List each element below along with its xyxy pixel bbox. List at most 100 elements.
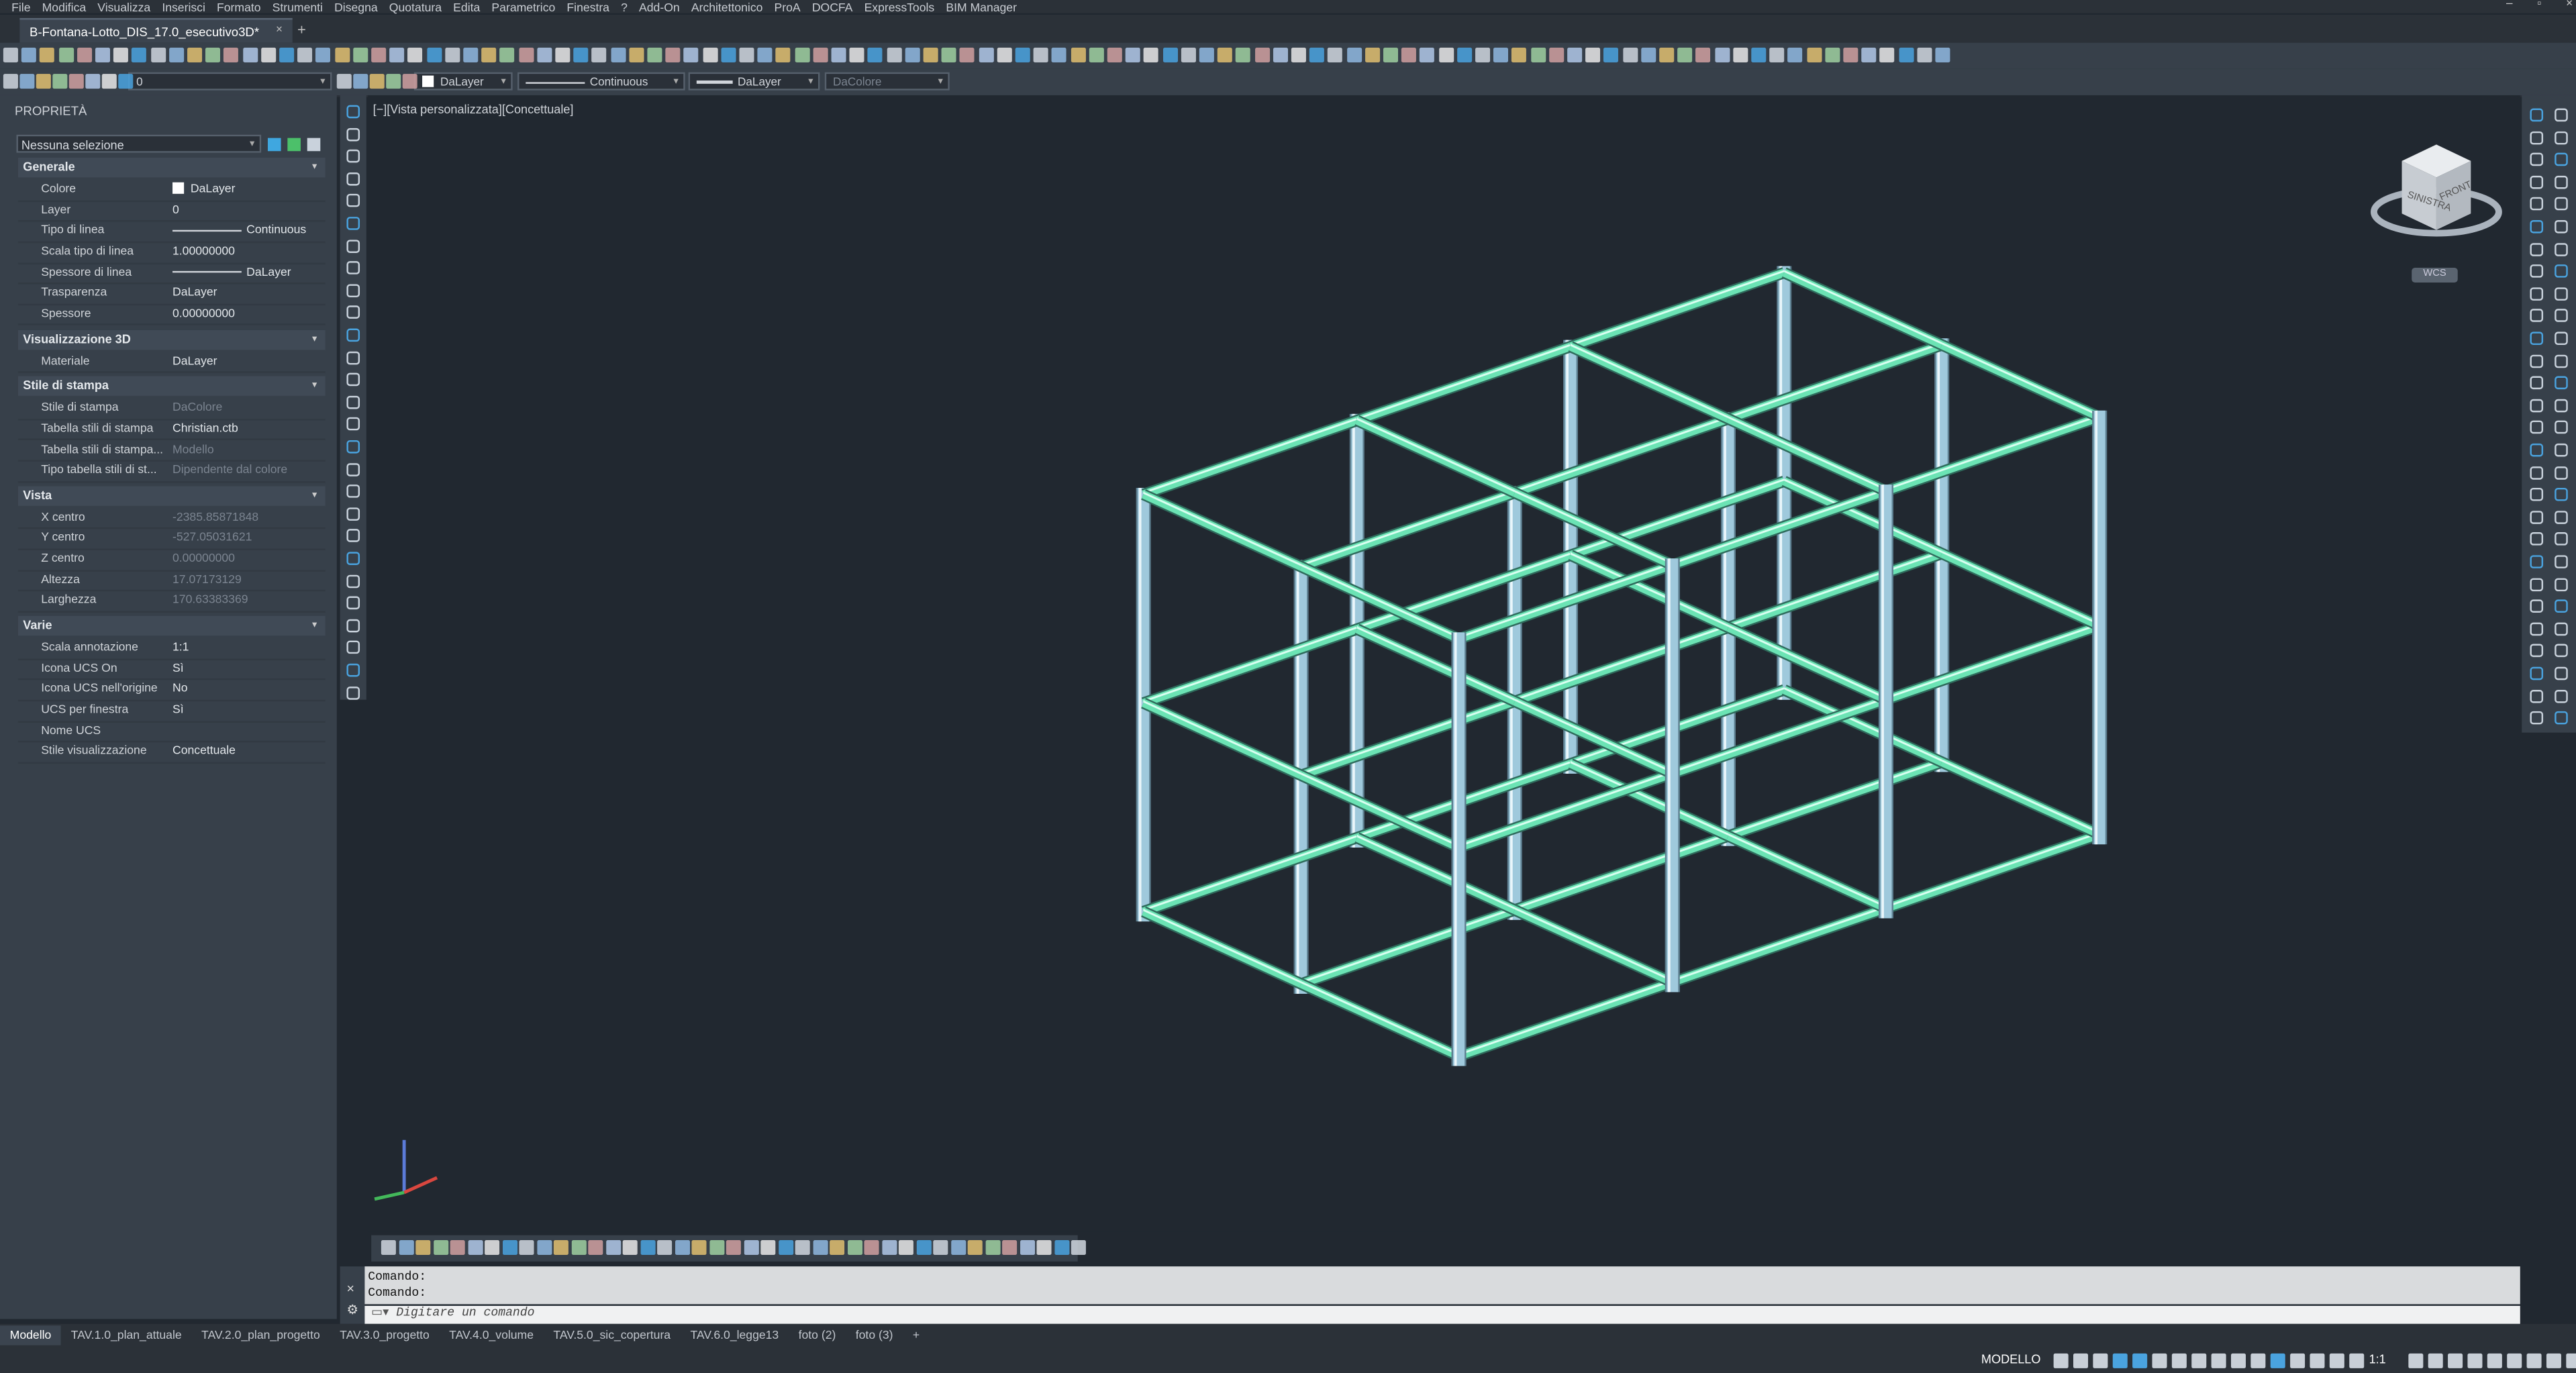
property-row[interactable]: Larghezza 170.63383369 bbox=[17, 591, 326, 613]
tool-icon[interactable] bbox=[346, 485, 360, 499]
drawing-aid-tool-icon[interactable] bbox=[501, 1240, 517, 1256]
toolbar-tool-icon[interactable] bbox=[407, 47, 424, 63]
menu-item-13[interactable]: Architettonico bbox=[691, 0, 763, 14]
toolbar-tool-icon[interactable] bbox=[1199, 47, 1214, 63]
tool-icon[interactable] bbox=[346, 619, 360, 632]
toolbar-tool-icon[interactable] bbox=[794, 47, 809, 63]
tool-icon[interactable] bbox=[2530, 332, 2544, 346]
toolbar-tool-icon[interactable] bbox=[1383, 47, 1398, 63]
tool-icon[interactable] bbox=[2555, 153, 2568, 166]
status-toggle-icon[interactable] bbox=[2250, 1353, 2266, 1368]
toolbar-tool-icon[interactable] bbox=[1585, 47, 1601, 63]
drawing-aid-tool-icon[interactable] bbox=[726, 1240, 741, 1256]
tool-icon[interactable] bbox=[2530, 153, 2544, 166]
drawing-aid-tool-icon[interactable] bbox=[846, 1240, 862, 1256]
tool-icon[interactable] bbox=[2555, 689, 2568, 703]
toolbar-tool-icon[interactable] bbox=[1861, 47, 1877, 63]
tool-icon[interactable] bbox=[346, 596, 360, 610]
tool-icon[interactable] bbox=[2530, 175, 2544, 189]
property-value[interactable]: 0.00000000 bbox=[172, 304, 326, 325]
toolbar-tool-icon[interactable] bbox=[1015, 47, 1030, 63]
tool-icon[interactable] bbox=[346, 328, 360, 342]
drawing-aid-tool-icon[interactable] bbox=[760, 1240, 776, 1256]
status-toggle-icon[interactable] bbox=[2211, 1353, 2226, 1368]
drawing-aid-tool-icon[interactable] bbox=[1036, 1240, 1052, 1256]
tool-icon[interactable] bbox=[2555, 219, 2568, 234]
property-row[interactable]: Scala tipo di linea 1.00000000 bbox=[17, 242, 326, 264]
toolbar-tool-icon[interactable] bbox=[536, 47, 552, 63]
property-value[interactable]: 0.00000000 bbox=[172, 549, 326, 570]
drawing-aid-tool-icon[interactable] bbox=[709, 1240, 724, 1256]
property-row[interactable]: Layer 0 bbox=[17, 200, 326, 223]
layer-tool-icon[interactable] bbox=[369, 74, 385, 89]
drawing-aid-tool-icon[interactable] bbox=[777, 1240, 793, 1256]
tool-icon[interactable] bbox=[346, 217, 360, 230]
drawing-aid-tool-icon[interactable] bbox=[605, 1240, 621, 1256]
property-value[interactable]: DaLayer bbox=[172, 262, 326, 283]
toolbar-tool-icon[interactable] bbox=[150, 47, 166, 63]
tool-icon[interactable] bbox=[2555, 197, 2568, 211]
tool-icon[interactable] bbox=[2555, 599, 2568, 613]
toolbar-tool-icon[interactable] bbox=[77, 47, 92, 63]
toolbar-tool-icon[interactable] bbox=[3, 47, 18, 63]
property-value[interactable]: DaColore bbox=[172, 398, 326, 419]
toolbar-tool-icon[interactable] bbox=[1935, 47, 1950, 63]
toolbar-tool-icon[interactable] bbox=[868, 47, 883, 63]
property-row[interactable]: Y centro -527.05031621 bbox=[17, 528, 326, 551]
toolbar-tool-icon[interactable] bbox=[1420, 47, 1435, 63]
toolbar-tool-icon[interactable] bbox=[1530, 47, 1546, 63]
tool-icon[interactable] bbox=[2555, 443, 2568, 457]
toolbar-tool-icon[interactable] bbox=[352, 47, 368, 63]
layer-tool-icon[interactable] bbox=[402, 74, 417, 89]
property-row[interactable]: Tipo tabella stili di st... Dipendente da… bbox=[17, 460, 326, 482]
tool-icon[interactable] bbox=[2530, 287, 2544, 301]
drawing-aid-tool-icon[interactable] bbox=[415, 1240, 431, 1256]
property-value[interactable]: -2385.85871848 bbox=[172, 507, 326, 528]
annotation-scale[interactable]: 1:1 bbox=[2369, 1352, 2386, 1366]
status-toggle-icon[interactable] bbox=[2270, 1353, 2285, 1368]
tool-icon[interactable] bbox=[346, 529, 360, 543]
select-objects-icon[interactable] bbox=[287, 138, 301, 152]
selection-dropdown[interactable]: Nessuna selezione ▾ bbox=[16, 134, 262, 153]
drawing-aid-tool-icon[interactable] bbox=[864, 1240, 879, 1256]
property-row[interactable]: Z centro 0.00000000 bbox=[17, 549, 326, 572]
property-value[interactable]: No bbox=[172, 679, 326, 700]
toolbar-tool-icon[interactable] bbox=[315, 47, 331, 63]
property-row[interactable]: Tabella stili di stampa Christian.ctb bbox=[17, 419, 326, 442]
drawing-aid-tool-icon[interactable] bbox=[743, 1240, 758, 1256]
status-toggle-icon[interactable] bbox=[2230, 1353, 2246, 1368]
toolbar-tool-icon[interactable] bbox=[1751, 47, 1767, 63]
toolbar-tool-icon[interactable] bbox=[702, 47, 717, 63]
drawing-aid-tool-icon[interactable] bbox=[571, 1240, 586, 1256]
drawing-aid-tool-icon[interactable] bbox=[795, 1240, 810, 1256]
toolbar-tool-icon[interactable] bbox=[1034, 47, 1049, 63]
menu-item-5[interactable]: Strumenti bbox=[273, 0, 323, 14]
toolbar-tool-icon[interactable] bbox=[1567, 47, 1583, 63]
drawing-aid-tool-icon[interactable] bbox=[640, 1240, 655, 1256]
menu-item-11[interactable]: ? bbox=[621, 0, 628, 14]
document-tab[interactable]: B-Fontana-Lotto_DIS_17.0_esecutivo3D* × bbox=[19, 17, 293, 43]
toolbar-tool-icon[interactable] bbox=[1788, 47, 1803, 63]
property-value[interactable]: 17.07173129 bbox=[172, 570, 326, 591]
toolbar-tool-icon[interactable] bbox=[463, 47, 479, 63]
tool-icon[interactable] bbox=[346, 395, 360, 409]
status-toggle-icon[interactable] bbox=[2112, 1353, 2128, 1368]
chevron-down-icon[interactable]: ▾ bbox=[312, 158, 317, 177]
drawing-aid-tool-icon[interactable] bbox=[1019, 1240, 1034, 1256]
add-layout-button[interactable]: + bbox=[903, 1325, 930, 1345]
tool-icon[interactable] bbox=[2530, 644, 2544, 658]
menu-item-2[interactable]: Visualizza bbox=[97, 0, 150, 14]
status-toggle-icon[interactable] bbox=[2546, 1353, 2561, 1368]
tool-icon[interactable] bbox=[346, 105, 360, 119]
tool-icon[interactable] bbox=[2555, 332, 2568, 346]
layer-dropdown[interactable]: 0 ▾ bbox=[128, 72, 332, 91]
drawing-aid-tool-icon[interactable] bbox=[674, 1240, 689, 1256]
tool-icon[interactable] bbox=[2555, 622, 2568, 635]
tool-icon[interactable] bbox=[346, 686, 360, 699]
menu-item-16[interactable]: ExpressTools bbox=[864, 0, 935, 14]
toolbar-tool-icon[interactable] bbox=[960, 47, 975, 63]
tool-icon[interactable] bbox=[346, 440, 360, 454]
toolbar-tool-icon[interactable] bbox=[1916, 47, 1932, 63]
toolbar-tool-icon[interactable] bbox=[1438, 47, 1454, 63]
drawing-aid-tool-icon[interactable] bbox=[588, 1240, 603, 1256]
